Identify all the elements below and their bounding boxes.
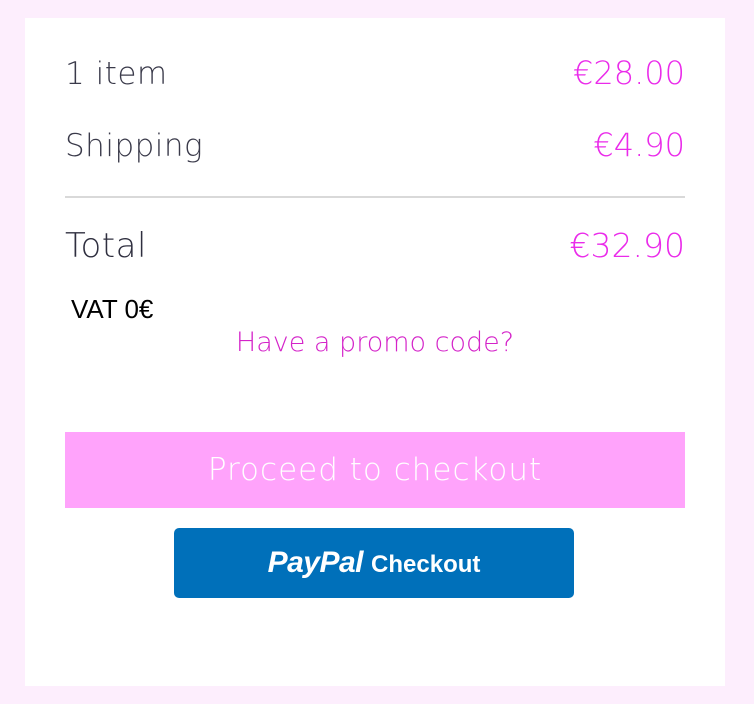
vat-note: VAT 0€ [71,294,154,324]
proceed-to-checkout-button[interactable]: Proceed to checkout [65,432,685,508]
shipping-row: Shipping €4.90 [65,126,685,164]
total-value: €32.90 [569,226,685,265]
total-row: Total €32.90 [65,226,685,266]
order-summary-card: 1 item €28.00 Shipping €4.90 Total €32.9… [25,18,725,686]
paypal-checkout-button[interactable]: PayPal Checkout [174,528,574,598]
items-count-label: 1 item [65,56,168,92]
total-label: Total [65,226,147,266]
paypal-logo: PayPal [267,546,364,579]
promo-code-link[interactable]: Have a promo code? [25,327,725,358]
items-subtotal-value: €28.00 [573,54,685,92]
summary-divider [65,196,685,198]
items-subtotal-row: 1 item €28.00 [65,54,685,92]
paypal-checkout-label: Checkout [371,551,481,578]
shipping-label: Shipping [65,128,204,164]
shipping-value: €4.90 [593,126,685,164]
